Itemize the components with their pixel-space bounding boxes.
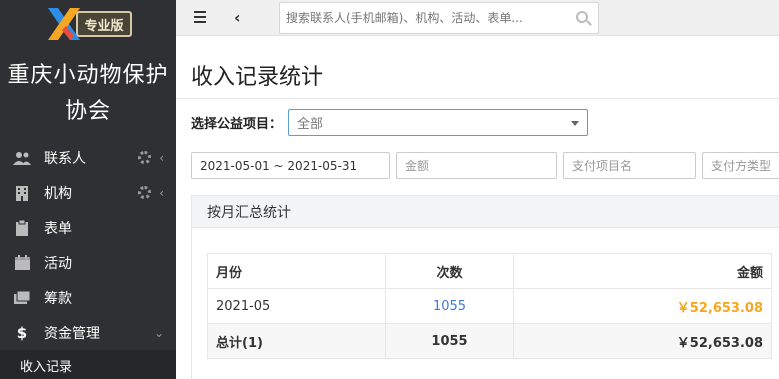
clipboard-icon xyxy=(12,219,32,236)
top-bar: ‹ xyxy=(176,0,779,36)
money-icon xyxy=(12,290,32,306)
chevron-left-icon[interactable]: ‹ xyxy=(234,8,241,27)
divider xyxy=(176,98,779,99)
logo[interactable]: 专业版 xyxy=(0,0,176,48)
project-select-value: 全部 xyxy=(297,117,324,132)
search-icon[interactable] xyxy=(576,11,588,23)
column-month: 月份 xyxy=(207,253,386,289)
sidebar-item-events[interactable]: 活动 xyxy=(0,245,176,280)
dollar-icon: $ xyxy=(16,323,28,342)
global-search[interactable] xyxy=(279,2,599,34)
gear-icon[interactable] xyxy=(138,151,152,164)
pay-item-input[interactable]: 支付项目名 xyxy=(563,152,696,179)
summary-table: 月份 次数 金额 2021-05 1055 ￥52,653.08 总计(1) 1… xyxy=(207,253,772,359)
sidebar-item-fundraising[interactable]: 筹款 xyxy=(0,280,176,315)
x-logo-icon xyxy=(48,8,81,40)
table-header-row: 月份 次数 金额 xyxy=(207,253,772,289)
sidebar-item-label: 资金管理 xyxy=(44,325,100,342)
sidebar-item-forms[interactable]: 表单 xyxy=(0,210,176,245)
gear-icon[interactable] xyxy=(138,186,152,199)
total-amount: ￥52,653.08 xyxy=(513,323,772,359)
project-filter: 选择公益项目： 全部 xyxy=(191,109,589,136)
sidebar-subitem-income-records[interactable]: 收入记录 xyxy=(0,350,176,379)
table-row: 2021-05 1055 ￥52,653.08 xyxy=(207,288,772,324)
sidebar-item-label: 联系人 xyxy=(44,150,86,167)
total-label: 总计(1) xyxy=(207,323,386,359)
project-select[interactable]: 全部 xyxy=(288,109,589,136)
sidebar-item-organizations[interactable]: 机构 ‹ xyxy=(0,175,176,210)
panel-title: 按月汇总统计 xyxy=(192,196,779,228)
column-amount: 金额 xyxy=(513,253,772,289)
sidebar-item-label: 表单 xyxy=(44,220,72,237)
sidebar-item-label: 筹款 xyxy=(44,290,72,307)
sidebar-nav: 联系人 ‹ 机构 ‹ 表单 活动 筹款 $ 资金管理 ⌄ 收入记录 xyxy=(0,140,176,379)
date-range-input[interactable]: 2021-05-01 ~ 2021-05-31 xyxy=(191,152,390,179)
table-total-row: 总计(1) 1055 ￥52,653.08 xyxy=(207,323,772,359)
building-icon xyxy=(12,185,32,201)
edition-badge: 专业版 xyxy=(76,11,132,37)
main-content: 收入记录统计 选择公益项目： 全部 2021-05-01 ~ 2021-05-3… xyxy=(176,37,779,379)
cell-amount: ￥52,653.08 xyxy=(513,288,772,324)
filter-inputs: 2021-05-01 ~ 2021-05-31 金额 支付项目名 支付方类型 xyxy=(191,152,779,179)
total-count: 1055 xyxy=(385,323,514,359)
sidebar-item-finance[interactable]: $ 资金管理 ⌄ xyxy=(0,315,176,350)
project-filter-label: 选择公益项目： xyxy=(191,117,283,132)
amount-input[interactable]: 金额 xyxy=(396,152,557,179)
monthly-summary-panel: 按月汇总统计 月份 次数 金额 2021-05 1055 ￥52,653.08 … xyxy=(191,195,779,379)
page-title: 收入记录统计 xyxy=(191,65,324,90)
calendar-icon xyxy=(12,255,32,271)
chevron-down-icon[interactable]: ⌄ xyxy=(154,326,164,340)
caret-down-icon xyxy=(571,121,580,126)
pay-type-input[interactable]: 支付方类型 xyxy=(702,152,779,179)
search-input[interactable] xyxy=(280,3,560,33)
sidebar-item-label: 活动 xyxy=(44,255,72,272)
cell-month: 2021-05 xyxy=(207,288,386,324)
sidebar: 专业版 重庆小动物保护协会 联系人 ‹ 机构 ‹ 表单 活动 筹款 $ 资金管理… xyxy=(0,0,176,379)
chevron-left-icon[interactable]: ‹ xyxy=(159,151,164,165)
cell-count-link[interactable]: 1055 xyxy=(385,288,514,324)
sidebar-item-contacts[interactable]: 联系人 ‹ xyxy=(0,140,176,175)
menu-icon[interactable] xyxy=(194,11,206,23)
column-count: 次数 xyxy=(385,253,514,289)
users-icon xyxy=(12,150,32,166)
sidebar-item-label: 机构 xyxy=(44,185,72,202)
chevron-left-icon[interactable]: ‹ xyxy=(159,186,164,200)
